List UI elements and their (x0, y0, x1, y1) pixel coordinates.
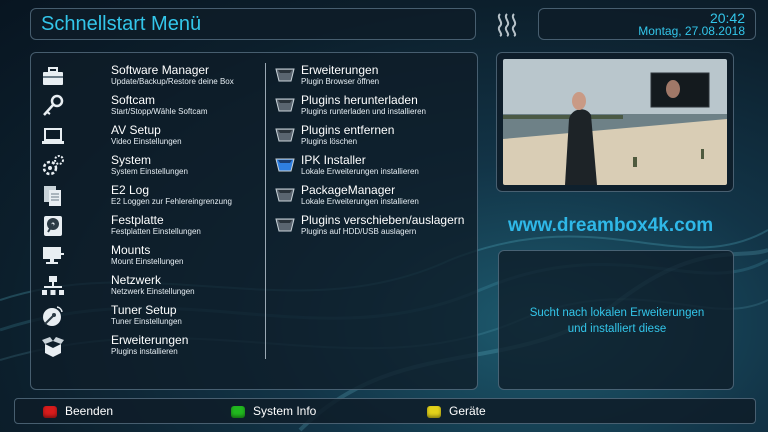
menu-item-label: Software Manager (111, 63, 210, 77)
clock-box: 20:42 Montag, 27.08.2018 (538, 8, 756, 40)
menu-item-label: Netzwerk (111, 273, 162, 287)
watermark-text: www.dreambox4k.com (508, 215, 714, 236)
red-key-label: Beenden (65, 404, 114, 418)
menu-item-label: Softcam (111, 93, 156, 107)
green-key-label: System Info (253, 404, 317, 418)
tv-preview-image (503, 59, 727, 185)
menu-item-description: Mount Einstellungen (111, 257, 184, 266)
submenu-item-description: Plugin Browser öffnen (301, 77, 380, 86)
tray-bullet-icon (275, 98, 295, 112)
menu-item-label: Erweiterungen (111, 333, 189, 347)
harddisk-icon (44, 216, 62, 236)
laptop-icon (42, 128, 64, 144)
tray-bullet-selected-icon (275, 158, 295, 172)
network-monitor-icon (43, 247, 64, 264)
gears-icon (42, 155, 64, 176)
menu-item-av-setup[interactable]: AV Setup Video Einstellungen (31, 123, 265, 151)
satellite-dish-icon (43, 306, 63, 326)
menu-item-label: Mounts (111, 243, 151, 257)
menu-item-description: Netzwerk Einstellungen (111, 287, 195, 296)
menu-item-erweiterungen-install[interactable]: Erweiterungen Plugins installieren (31, 333, 265, 361)
description-text: Sucht nach lokalen Erweiterungen und ins… (499, 305, 735, 337)
network-icon (42, 276, 64, 295)
tray-bullet-icon (275, 68, 295, 82)
submenu-item-ipk-installer-selected[interactable]: IPK Installer Lokale Erweiterungen insta… (271, 153, 477, 181)
submenu-item-label: Erweiterungen (301, 63, 379, 77)
submenu-item-plugins-remove[interactable]: Plugins entfernen Plugins löschen (271, 123, 477, 151)
menu-divider (265, 63, 266, 359)
menu-item-label: AV Setup (111, 123, 161, 137)
documents-icon (44, 186, 61, 206)
steam-logo-icon (497, 13, 517, 37)
clock-date: Montag, 27.08.2018 (638, 24, 745, 38)
menu-item-description: Plugins installieren (111, 347, 178, 356)
menu-item-software-manager[interactable]: Software Manager Update/Backup/Restore d… (31, 63, 265, 91)
submenu-item-label: PackageManager (301, 183, 396, 197)
header-logo (484, 8, 530, 40)
submenu-item-label: Plugins verschieben/auslagern (301, 213, 465, 227)
yellow-key-label: Geräte (449, 404, 486, 418)
submenu-item-label: IPK Installer (301, 153, 366, 167)
submenu-item-packagemanager[interactable]: PackageManager Lokale Erweiterungen inst… (271, 183, 477, 211)
header-title-bar: Schnellstart Menü (30, 8, 476, 40)
menu-item-description: Festplatten Einstellungen (111, 227, 201, 236)
key-icon (43, 94, 64, 116)
box-open-icon (42, 337, 64, 357)
tv-preview-panel (496, 52, 734, 192)
menu-panel: Software Manager Update/Backup/Restore d… (30, 52, 478, 390)
toolbox-icon (43, 67, 63, 85)
menu-item-description: E2 Loggen zur Fehlereingrenzung (111, 197, 232, 206)
menu-item-description: Update/Backup/Restore deine Box (111, 77, 234, 86)
menu-item-netzwerk[interactable]: Netzwerk Netzwerk Einstellungen (31, 273, 265, 301)
menu-item-softcam[interactable]: Softcam Start/Stopp/Wähle Softcam (31, 93, 265, 121)
menu-item-description: Tuner Einstellungen (111, 317, 182, 326)
description-panel: Sucht nach lokalen Erweiterungen und ins… (498, 250, 734, 390)
submenu-item-description: Plugins auf HDD/USB auslagern (301, 227, 417, 236)
green-key-icon (231, 406, 245, 418)
footer-bar: Beenden System Info Geräte (14, 398, 756, 424)
yellow-key-icon (427, 406, 441, 418)
menu-item-label: System (111, 153, 152, 167)
submenu-item-description: Plugins runterladen und installieren (301, 107, 426, 116)
menu-item-e2-log[interactable]: E2 Log E2 Loggen zur Fehlereingrenzung (31, 183, 265, 211)
menu-item-festplatte[interactable]: Festplatte Festplatten Einstellungen (31, 213, 265, 241)
submenu-item-description: Lokale Erweiterungen installieren (301, 167, 419, 176)
submenu-item-plugins-move[interactable]: Plugins verschieben/auslagern Plugins au… (271, 213, 477, 241)
submenu-item-plugins-download[interactable]: Plugins herunterladen Plugins runterlade… (271, 93, 477, 121)
tray-bullet-icon (275, 188, 295, 202)
menu-item-description: System Einstellungen (111, 167, 188, 176)
description-line-1: Sucht nach lokalen Erweiterungen (529, 307, 705, 319)
submenu-item-label: Plugins herunterladen (301, 93, 418, 107)
menu-item-system[interactable]: System System Einstellungen (31, 153, 265, 181)
red-key-icon (43, 406, 57, 418)
description-line-2: und installiert diese (567, 323, 667, 335)
menu-item-mounts[interactable]: Mounts Mount Einstellungen (31, 243, 265, 271)
menu-item-description: Video Einstellungen (111, 137, 182, 146)
menu-item-description: Start/Stopp/Wähle Softcam (111, 107, 208, 116)
menu-item-label: Tuner Setup (111, 303, 177, 317)
submenu-item-plugin-browser[interactable]: Erweiterungen Plugin Browser öffnen (271, 63, 477, 91)
tray-bullet-icon (275, 128, 295, 142)
submenu-item-description: Lokale Erweiterungen installieren (301, 197, 419, 206)
menu-item-label: Festplatte (111, 213, 164, 227)
submenu-item-description: Plugins löschen (301, 137, 358, 146)
page-title: Schnellstart Menü (41, 13, 202, 35)
submenu-item-label: Plugins entfernen (301, 123, 395, 137)
menu-item-label: E2 Log (111, 183, 150, 197)
menu-item-tuner-setup[interactable]: Tuner Setup Tuner Einstellungen (31, 303, 265, 331)
tray-bullet-icon (275, 218, 295, 232)
